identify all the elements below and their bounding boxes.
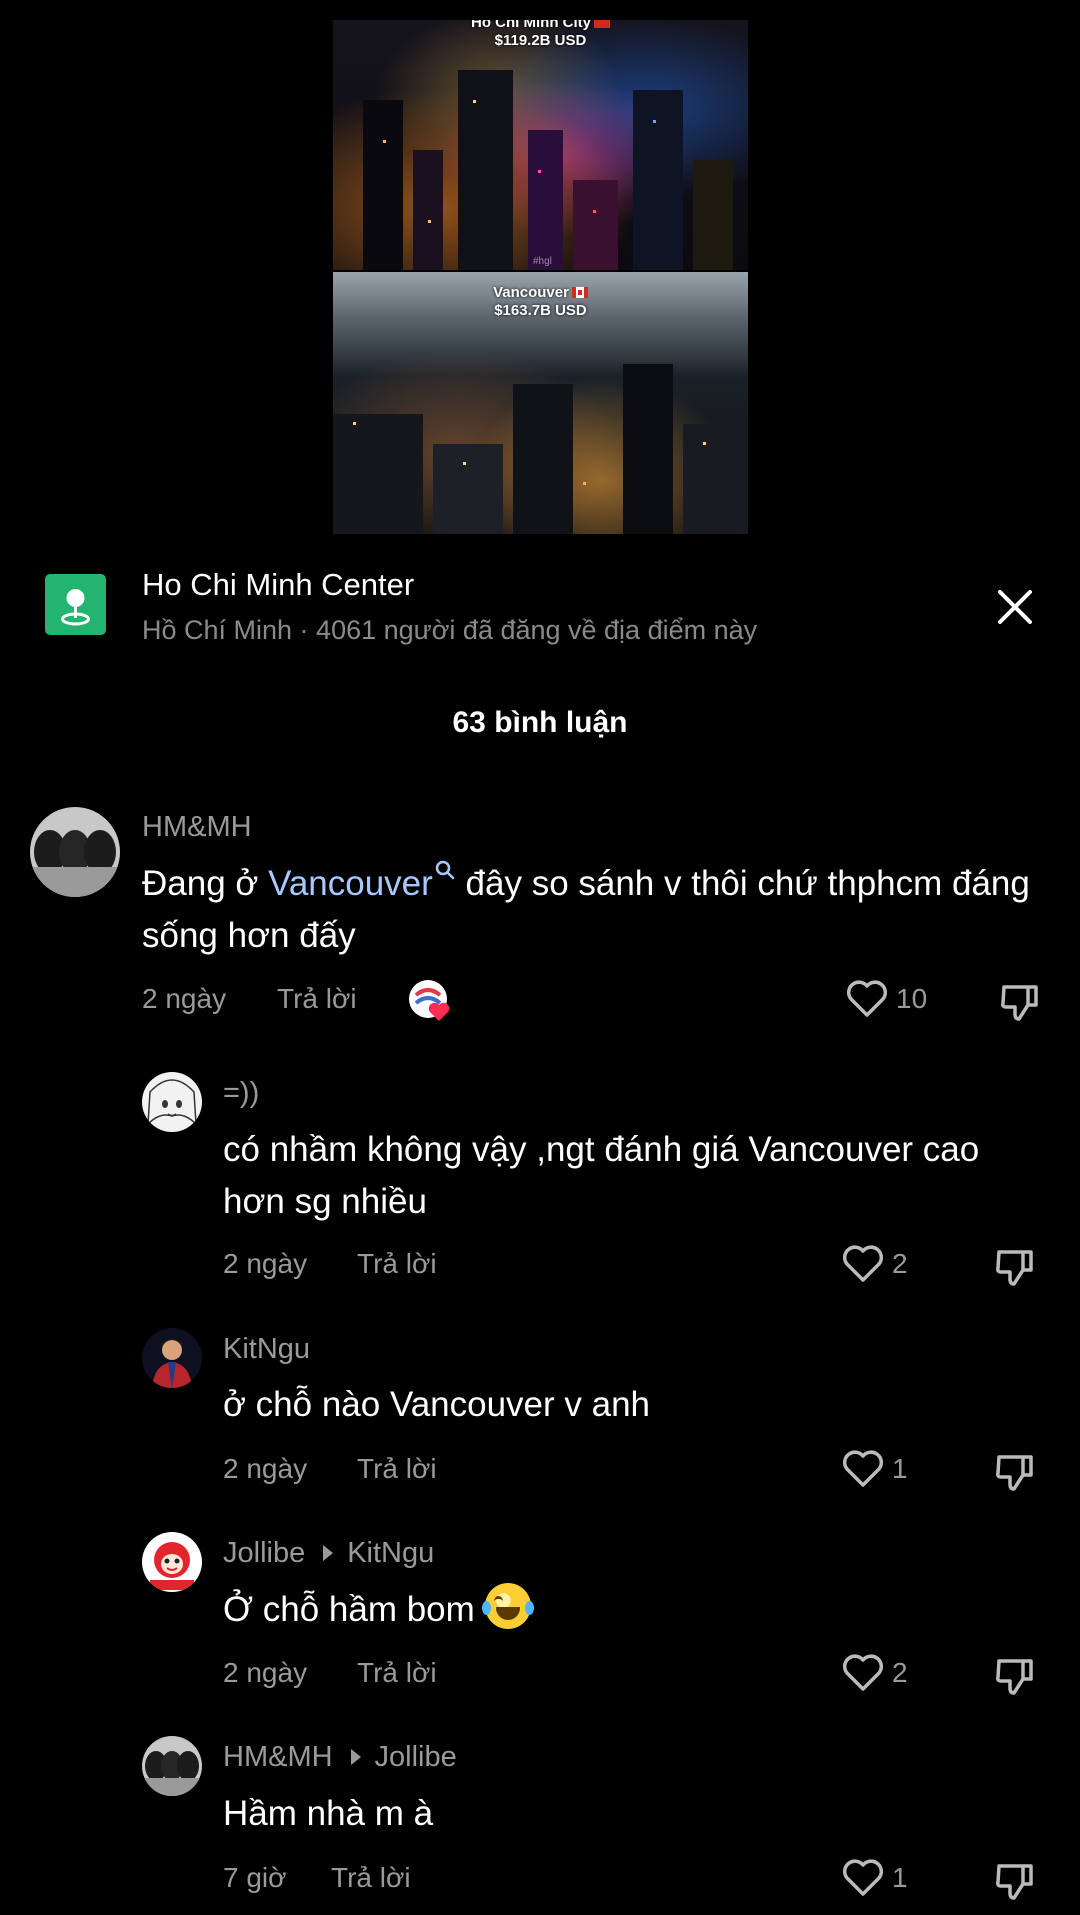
dislike-button[interactable] xyxy=(993,1449,1037,1493)
reply-to-arrow-icon xyxy=(350,1749,361,1766)
comments-count: 63 bình luận xyxy=(452,706,628,739)
top-city-caption: Ho Chi Minh City $119.2B USD xyxy=(333,20,748,50)
comment-username[interactable]: KitNgu xyxy=(223,1333,310,1366)
heart-icon xyxy=(842,1654,884,1691)
search-link-text[interactable]: Vancouver xyxy=(268,864,433,903)
comment-time: 2 ngày xyxy=(223,1453,308,1484)
like-count: 2 xyxy=(892,1248,908,1279)
avatar[interactable] xyxy=(30,807,120,897)
like-count: 2 xyxy=(892,1657,908,1688)
like-button[interactable]: 2 xyxy=(842,1244,908,1284)
heart-icon xyxy=(842,1245,884,1282)
location-subtitle: Hồ Chí Minh · 4061 người đã đăng về địa … xyxy=(142,615,758,645)
thumbs-down-icon xyxy=(996,1455,1033,1491)
comment-time: 2 ngày xyxy=(142,983,227,1014)
watermark: #hgl xyxy=(533,256,552,267)
location-header[interactable]: Ho Chi Minh Center Hồ Chí Minh · 4061 ng… xyxy=(0,565,1080,645)
username-text[interactable]: HM&MH xyxy=(223,1741,333,1773)
reply-button[interactable]: Trả lời xyxy=(357,1657,437,1689)
tear-left xyxy=(481,1601,491,1615)
like-button[interactable]: 2 xyxy=(842,1653,908,1693)
bottom-city-name: Vancouver xyxy=(493,284,569,301)
heart-icon xyxy=(842,1450,884,1487)
reply-button[interactable]: Trả lời xyxy=(357,1453,437,1485)
thumbs-down-icon xyxy=(996,1864,1033,1900)
comment-time: 7 giờ xyxy=(223,1862,287,1893)
bottom-city-caption: Vancouver $163.7B USD xyxy=(333,284,748,320)
avatar[interactable] xyxy=(142,1328,202,1388)
comment-time: 2 ngày xyxy=(223,1657,308,1688)
comment-username[interactable]: =)) xyxy=(223,1077,259,1110)
dislike-button[interactable] xyxy=(998,979,1042,1023)
comment-text: ở chỗ nào Vancouver v anh xyxy=(223,1385,651,1424)
comment-username[interactable]: Jollibe KitNgu xyxy=(223,1537,434,1570)
tear-right xyxy=(524,1601,534,1615)
dislike-button[interactable] xyxy=(993,1653,1037,1697)
username-text[interactable]: HM&MH xyxy=(142,811,252,843)
search-link[interactable]: Vancouver xyxy=(268,860,456,903)
location-title[interactable]: Ho Chi Minh Center xyxy=(142,565,414,605)
avatar[interactable] xyxy=(142,1532,202,1592)
top-city-value: $119.2B USD xyxy=(494,32,587,49)
city-night-image-top: Ho Chi Minh City $119.2B USD #hgl xyxy=(333,20,748,270)
comment-text: Đang ở Vancouver đây so sánh v thôi chứ … xyxy=(142,858,1062,962)
heart-icon xyxy=(842,1859,884,1896)
reply-button[interactable]: Trả lời xyxy=(277,983,357,1015)
dislike-button[interactable] xyxy=(993,1244,1037,1288)
avatar[interactable] xyxy=(142,1072,202,1132)
bottom-city-value: $163.7B USD xyxy=(494,302,587,319)
avatar[interactable] xyxy=(142,1736,202,1796)
thumbs-down-icon xyxy=(1001,985,1038,1021)
heart-icon xyxy=(846,980,888,1017)
close-icon[interactable] xyxy=(990,582,1040,632)
vietnam-flag-icon xyxy=(594,20,610,28)
map-pin-icon xyxy=(45,574,106,635)
reply-to-username[interactable]: Jollibe xyxy=(375,1741,457,1773)
reply-button[interactable]: Trả lời xyxy=(357,1248,437,1280)
comment-username[interactable]: HM&MH Jollibe xyxy=(223,1741,457,1774)
comment-text: có nhầm không vậy ,ngt đánh giá Vancouve… xyxy=(223,1130,980,1221)
reply-to-username[interactable]: KitNgu xyxy=(347,1537,434,1569)
like-count: 1 xyxy=(892,1453,908,1484)
like-count: 1 xyxy=(892,1862,908,1893)
reply-button[interactable]: Trả lời xyxy=(331,1862,411,1894)
city-night-image-bottom: Vancouver $163.7B USD xyxy=(333,272,748,534)
reply-to-arrow-icon xyxy=(323,1545,334,1562)
like-button[interactable]: 1 xyxy=(842,1858,908,1898)
search-icon xyxy=(435,860,455,880)
username-text[interactable]: Jollibe xyxy=(223,1537,305,1569)
comment-time: 2 ngày xyxy=(223,1248,308,1279)
username-text[interactable]: KitNgu xyxy=(223,1333,310,1365)
video-thumbnail[interactable]: Ho Chi Minh City $119.2B USD #hgl Vancou… xyxy=(333,20,748,534)
laughing-tears-emoji-icon xyxy=(481,1583,534,1629)
top-city-name: Ho Chi Minh City xyxy=(471,20,591,31)
comment-text: Hầm nhà m à xyxy=(223,1794,434,1833)
username-text[interactable]: =)) xyxy=(223,1077,259,1109)
like-count: 10 xyxy=(896,983,928,1014)
like-button[interactable]: 1 xyxy=(842,1449,908,1489)
comment-text: Ở chỗ hầm bom xyxy=(223,1583,1043,1636)
comment-text-part: Ở chỗ hầm bom xyxy=(223,1590,475,1629)
canada-flag-icon xyxy=(571,287,588,298)
creator-liked-badge xyxy=(408,979,454,1025)
comment-username[interactable]: HM&MH xyxy=(142,811,252,844)
dislike-button[interactable] xyxy=(993,1858,1037,1902)
like-button[interactable]: 10 xyxy=(846,979,927,1019)
comment-text-part: Đang ở xyxy=(142,864,269,903)
thumbs-down-icon xyxy=(996,1250,1033,1286)
thumbs-down-icon xyxy=(996,1659,1033,1695)
